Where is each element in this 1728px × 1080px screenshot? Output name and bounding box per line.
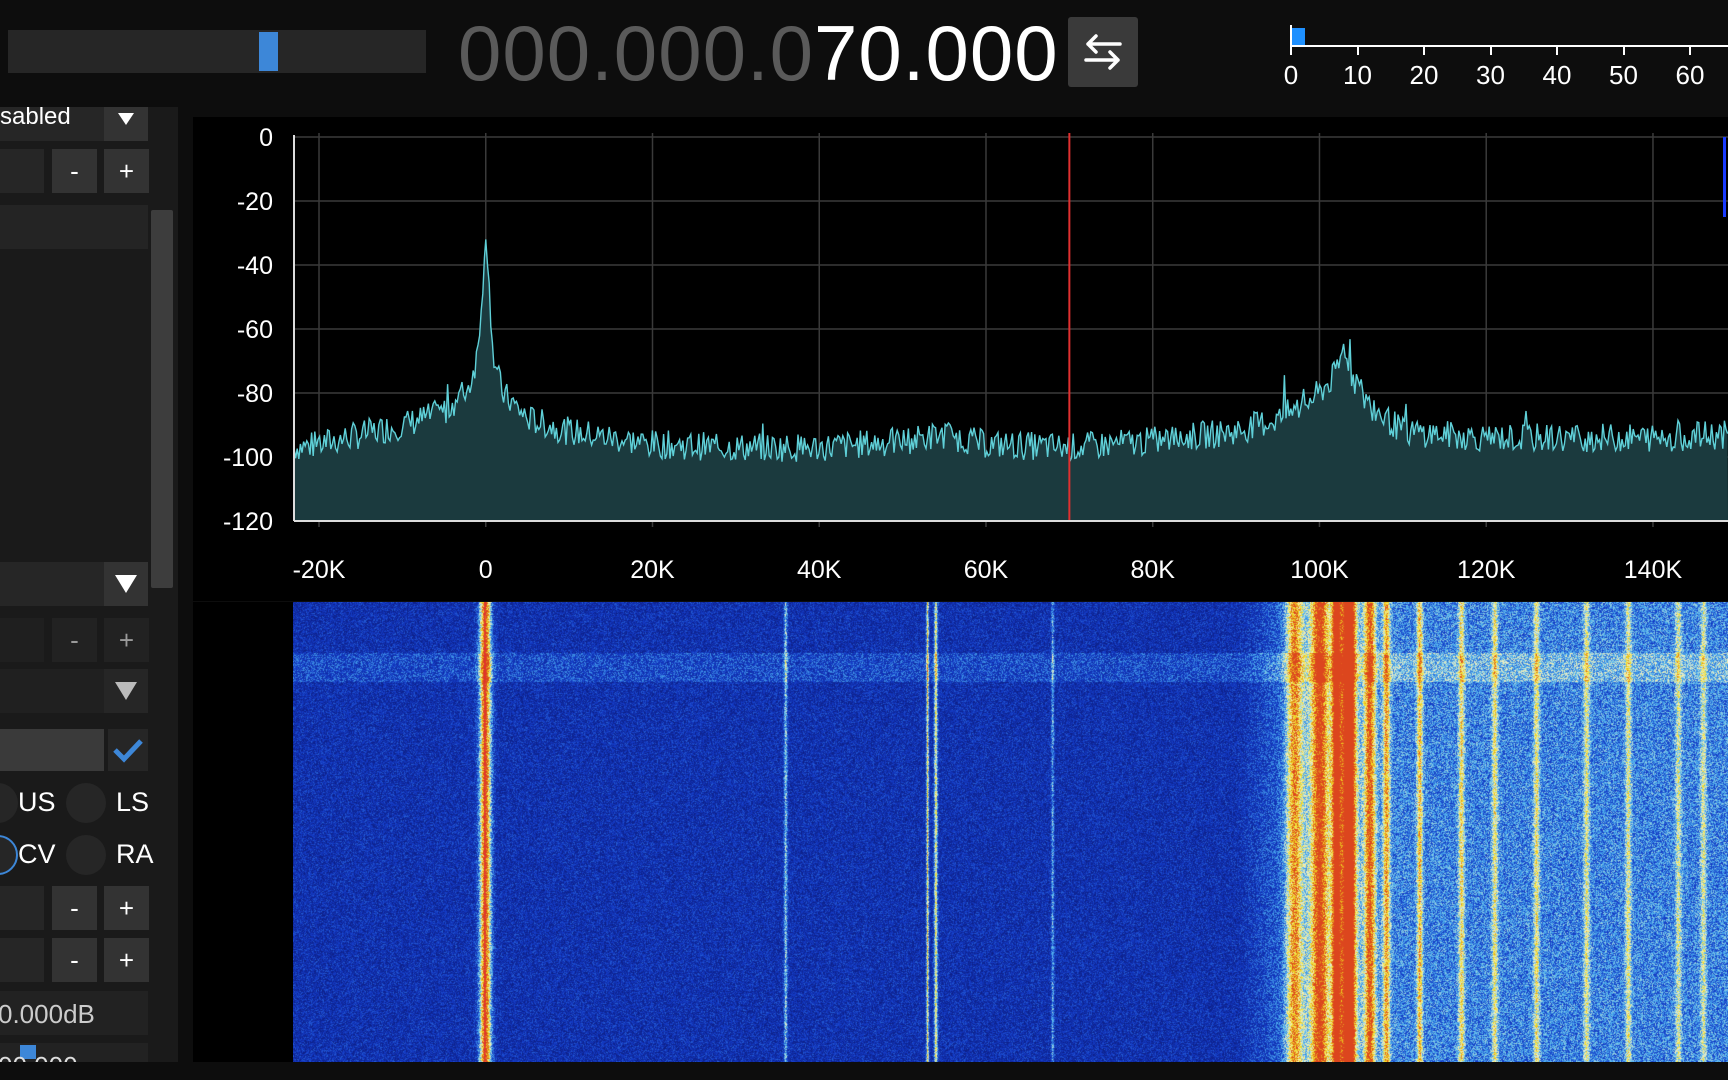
x-tick-label: 140K [1624, 556, 1683, 584]
y-tick-label: 0 [259, 124, 273, 152]
mode-radio-usb[interactable] [0, 783, 18, 823]
numeric-field-4[interactable] [0, 938, 44, 982]
dropdown-arrow[interactable] [104, 669, 148, 713]
top-bar: 000.000.070.000 0 10 20 30 40 50 60 [0, 0, 1728, 107]
signal-meter-tick-label: 10 [1343, 60, 1372, 90]
numeric-field-1[interactable] [0, 149, 44, 193]
x-tick-label: 0 [479, 556, 493, 584]
signal-meter-tickmark [1489, 47, 1492, 55]
signal-meter-tickmark [1356, 47, 1359, 55]
signal-meter-tick-label: 0 [1283, 60, 1299, 90]
swap-arrows-icon [1084, 34, 1122, 70]
signal-meter-tickmark [1622, 47, 1625, 55]
waterfall-panel[interactable] [193, 602, 1728, 1062]
increment-button-4[interactable]: + [104, 938, 149, 982]
mode-label-cw: CV [18, 839, 56, 869]
x-tick-label: 40K [797, 556, 842, 584]
decrement-button-2[interactable]: - [52, 618, 97, 662]
signal-meter-tickmark [1423, 47, 1425, 55]
bottom-strip [0, 1062, 1728, 1080]
text-field-1[interactable] [0, 205, 148, 249]
checkmark-icon [113, 739, 143, 763]
x-tick-label: 80K [1130, 556, 1175, 584]
secondary-select[interactable] [0, 669, 148, 713]
enable-checkbox[interactable] [108, 729, 148, 771]
squelch-mode-select[interactable]: sabled [0, 107, 148, 141]
signal-meter: 0 10 20 30 40 50 60 [1283, 20, 1728, 100]
x-tick-label: 100K [1290, 556, 1349, 584]
y-tick-label: -40 [237, 252, 273, 280]
x-tick-label: 60K [964, 556, 1009, 584]
y-tick-label: -60 [237, 316, 273, 344]
mode-radio-lsb[interactable] [66, 783, 106, 823]
mode-label-lsb: LS [116, 787, 150, 817]
spectrum-plot[interactable]: 0 -20 -40 -60 -80 -100 -120 -20K 0 20K 40K 60K 80K 10… [193, 117, 1728, 601]
signal-meter-tick-label: 50 [1609, 60, 1638, 90]
triangle-down-icon [115, 575, 137, 593]
signal-meter-tick-label: 30 [1476, 60, 1505, 90]
volume-slider-thumb[interactable] [259, 32, 279, 71]
gain-value: 0.000dB [0, 999, 95, 1029]
waterfall-display[interactable] [293, 602, 1728, 1062]
signal-meter-tick-label: 20 [1409, 60, 1439, 90]
x-tick-label: 120K [1457, 556, 1516, 584]
dropdown-arrow[interactable] [104, 562, 148, 606]
frequency-leading-digits[interactable]: 000.000.0 [458, 9, 814, 97]
increment-button-3[interactable]: + [104, 886, 149, 930]
mode-radio-cw[interactable] [0, 835, 18, 875]
settings-sidebar: sabled - + - + US LS CV RA - + - + 0.000… [0, 107, 178, 1080]
sidebar-scrollbar[interactable] [151, 210, 173, 588]
y-tick-label: -120 [223, 508, 273, 536]
triangle-down-icon [115, 682, 137, 700]
decrement-button-1[interactable]: - [52, 149, 97, 193]
signal-meter-tickmark [1290, 47, 1292, 55]
signal-meter-tickmark [1689, 47, 1691, 55]
mode-label-raw: RA [116, 839, 154, 869]
y-tick-label: -100 [223, 444, 273, 472]
signal-meter-tickmark [1556, 47, 1558, 55]
y-tick-label: -20 [237, 188, 273, 216]
decrement-button-4[interactable]: - [52, 938, 97, 982]
x-tick-label: 20K [630, 556, 675, 584]
increment-button-1[interactable]: + [104, 149, 149, 193]
spectrum-background [193, 117, 1728, 601]
swap-button[interactable] [1068, 17, 1138, 87]
dropdown-arrow[interactable] [104, 107, 148, 141]
zoom-indicator [1723, 137, 1726, 217]
signal-meter-bar [1292, 28, 1306, 45]
source-select[interactable] [0, 562, 148, 606]
mode-radio-raw[interactable] [66, 835, 106, 875]
squelch-mode-value: sabled [0, 107, 71, 130]
signal-meter-tick-label: 60 [1675, 60, 1705, 90]
triangle-down-icon [118, 113, 134, 125]
volume-slider[interactable] [8, 30, 426, 73]
decrement-button-3[interactable]: - [52, 886, 97, 930]
frequency-active-digits[interactable]: 70.000 [814, 9, 1059, 97]
checkbox-field[interactable] [0, 729, 104, 771]
gain-field[interactable]: 0.000dB [0, 991, 148, 1035]
x-tick-label: -20K [293, 556, 346, 584]
frequency-display[interactable]: 000.000.070.000 [458, 10, 1059, 96]
y-tick-label: -80 [237, 380, 273, 408]
numeric-field-3[interactable] [0, 886, 44, 930]
mode-label-usb: US [18, 787, 56, 817]
numeric-field-2[interactable] [0, 618, 44, 662]
signal-meter-tick-label: 40 [1542, 60, 1572, 90]
increment-button-2[interactable]: + [104, 618, 149, 662]
